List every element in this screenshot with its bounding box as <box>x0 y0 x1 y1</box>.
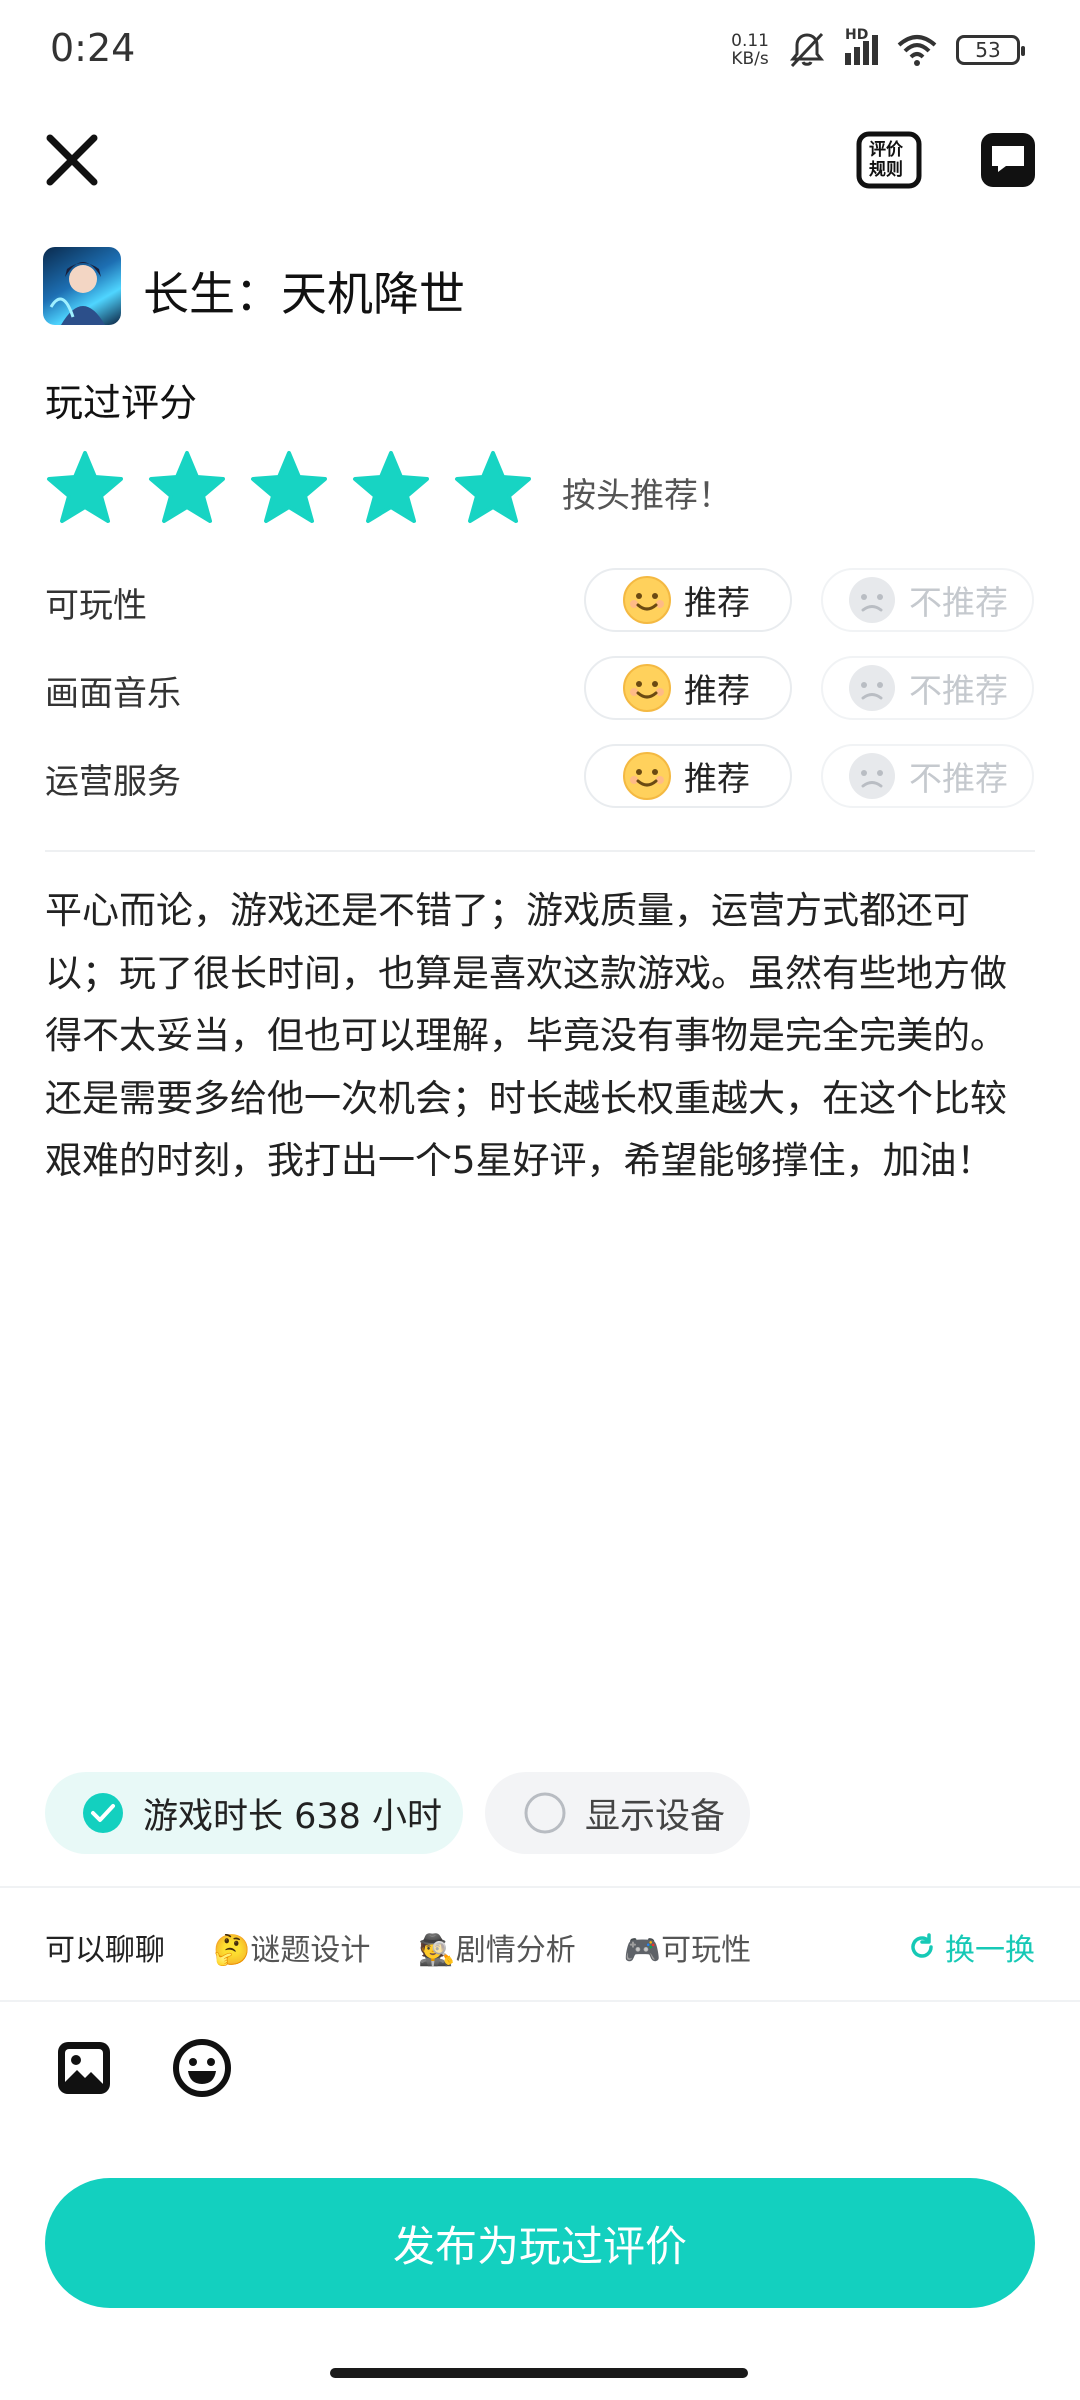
divider <box>0 1886 1080 1888</box>
star-icon[interactable] <box>249 450 329 524</box>
category-label: 可玩性 <box>45 586 147 626</box>
game-icon <box>43 247 121 325</box>
rules-label-line2: 规则 <box>869 160 903 180</box>
tag-puzzle-design[interactable]: 🤔谜题设计 <box>213 1925 370 1969</box>
swap-tags-button[interactable]: 换一换 <box>907 1925 1035 1969</box>
category-label: 画面音乐 <box>45 674 181 714</box>
not-recommend-label: 不推荐 <box>909 759 1008 798</box>
not-recommend-button[interactable]: 不推荐 <box>821 744 1034 808</box>
bell-muted-icon <box>789 32 825 68</box>
not-recommend-button[interactable]: 不推荐 <box>821 568 1034 632</box>
recommend-button[interactable]: 推荐 <box>584 656 792 720</box>
review-text-input[interactable]: 平心而论，游戏还是不错了；游戏质量，运营方式都还可以；玩了很长时间，也算是喜欢这… <box>45 880 1040 1193</box>
signal-hd-label: HD <box>845 27 869 43</box>
game-character-art <box>49 262 105 325</box>
sad-face-icon <box>849 753 895 799</box>
battery-indicator: 53 <box>956 35 1025 65</box>
not-recommend-label: 不推荐 <box>909 583 1008 622</box>
tags-title: 可以聊聊 <box>45 1933 165 1968</box>
smile-face-icon <box>623 752 671 800</box>
recommend-label: 推荐 <box>684 583 750 622</box>
message-icon[interactable] <box>978 130 1038 190</box>
not-recommend-button[interactable]: 不推荐 <box>821 656 1034 720</box>
smile-face-icon <box>623 576 671 624</box>
net-speed: 0.11 KB/s <box>731 32 769 68</box>
radio-empty-icon <box>524 1792 566 1834</box>
play-time-label: 游戏时长 638 小时 <box>143 1796 443 1837</box>
tag-story-analysis[interactable]: 🕵剧情分析 <box>418 1925 575 1969</box>
home-indicator[interactable] <box>330 2368 748 2378</box>
show-device-label: 显示设备 <box>585 1796 726 1837</box>
publish-button[interactable]: 发布为玩过评价 <box>45 2178 1035 2308</box>
smile-face-icon <box>623 664 671 712</box>
game-title: 长生：天机降世 <box>143 267 465 321</box>
category-label: 运营服务 <box>45 762 181 802</box>
divider <box>45 850 1035 852</box>
not-recommend-label: 不推荐 <box>909 671 1008 710</box>
image-icon[interactable] <box>54 2038 114 2098</box>
rating-text: 按头推荐！ <box>562 476 732 516</box>
wifi-icon <box>897 35 937 66</box>
star-icon[interactable] <box>351 450 431 524</box>
star-icon[interactable] <box>45 450 125 524</box>
close-icon[interactable] <box>40 128 104 192</box>
recommend-button[interactable]: 推荐 <box>584 744 792 808</box>
check-circle-icon <box>83 1793 123 1833</box>
net-speed-unit: KB/s <box>731 49 769 69</box>
rules-label: 评价 规则 <box>869 140 903 180</box>
swap-label: 换一换 <box>945 1933 1035 1968</box>
status-icons: 0.11 KB/s HD 53 <box>731 27 1025 70</box>
refresh-icon <box>911 1933 933 1958</box>
show-device-chip[interactable]: 显示设备 <box>485 1772 750 1854</box>
recommend-button[interactable]: 推荐 <box>584 568 792 632</box>
net-speed-value: 0.11 <box>731 31 769 51</box>
status-time: 0:24 <box>50 26 136 70</box>
signal-icon: HD <box>845 27 878 65</box>
rules-label-line1: 评价 <box>869 140 903 160</box>
star-icon[interactable] <box>147 450 227 524</box>
sad-face-icon <box>849 665 895 711</box>
star-rating[interactable] <box>45 450 533 524</box>
tag-playability[interactable]: 🎮可玩性 <box>624 1925 751 1969</box>
rating-section-title: 玩过评分 <box>45 381 198 425</box>
rating-rules-button[interactable]: 评价 规则 <box>855 128 927 192</box>
star-icon[interactable] <box>453 450 533 524</box>
play-time-chip[interactable]: 游戏时长 638 小时 <box>45 1772 463 1854</box>
divider <box>0 2000 1080 2002</box>
recommend-label: 推荐 <box>684 759 750 798</box>
topic-tags-row: 可以聊聊 🤔谜题设计 🕵剧情分析 🎮可玩性 换一换 <box>45 1922 1035 1972</box>
emoji-icon[interactable] <box>172 2038 232 2098</box>
sad-face-icon <box>849 577 895 623</box>
recommend-label: 推荐 <box>684 671 750 710</box>
